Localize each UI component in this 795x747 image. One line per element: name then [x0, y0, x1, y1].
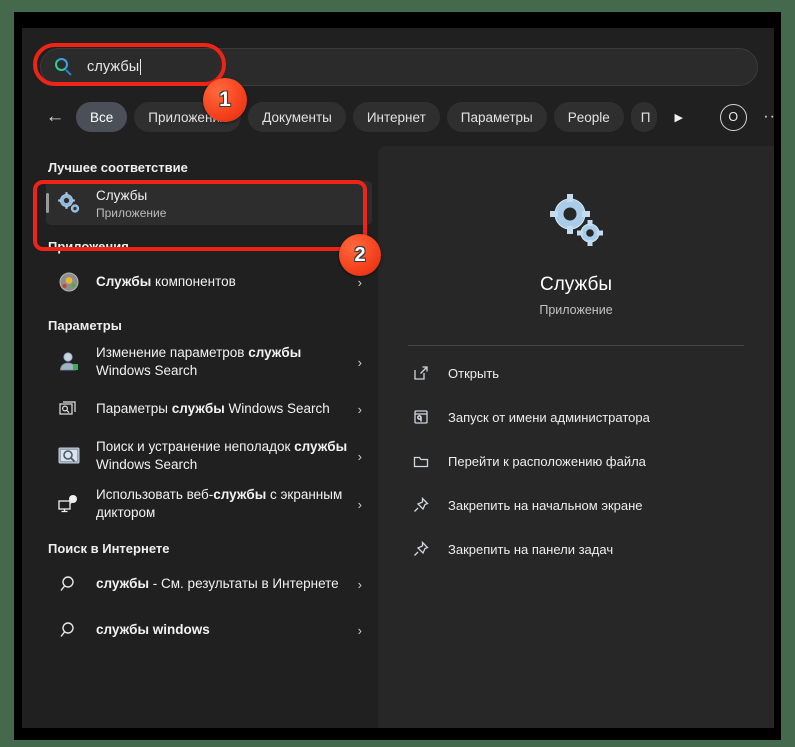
result-text: Параметры службы Windows Search — [96, 400, 350, 418]
result-subtitle: Приложение — [96, 205, 167, 220]
result-text: службы - См. результаты в Интернете — [96, 575, 350, 593]
action-label: Закрепить на панели задач — [448, 541, 614, 557]
result-web-search-1[interactable]: службы - См. результаты в Интернете › — [46, 562, 372, 606]
result-best-match-services[interactable]: Службы Приложение — [46, 181, 372, 225]
pin-icon — [412, 540, 430, 558]
annotation-badge-1: 1 — [203, 78, 247, 122]
pin-icon — [412, 496, 430, 514]
text-caret — [140, 59, 142, 75]
gears-icon-large — [545, 190, 607, 252]
user-account-icon — [56, 349, 82, 375]
component-services-icon — [56, 269, 82, 295]
search-input[interactable]: службы — [40, 48, 758, 86]
tab-documents[interactable]: Документы — [248, 102, 346, 132]
section-apps: Приложения — [48, 239, 129, 254]
gears-icon — [56, 190, 82, 216]
annotation-badge-2: 2 — [339, 234, 381, 276]
tab-settings[interactable]: Параметры — [446, 102, 547, 132]
action-label: Запуск от имени администратора — [448, 409, 650, 425]
result-text: службы windows — [96, 621, 350, 639]
section-best-match: Лучшее соответствие — [48, 160, 188, 175]
avatar[interactable]: О — [719, 103, 747, 131]
search-icon — [56, 571, 82, 597]
section-settings: Параметры — [48, 318, 122, 333]
action-pin-to-start[interactable]: Закрепить на начальном экране — [404, 488, 748, 522]
more-options-icon[interactable]: ··· — [759, 103, 774, 131]
result-title: Использовать веб-службы с экранным дикто… — [96, 487, 343, 520]
result-title: Службы — [96, 187, 148, 203]
tab-internet[interactable]: Интернет — [352, 102, 440, 132]
open-external-icon — [412, 364, 430, 382]
result-setting-troubleshoot-search[interactable]: Поиск и устранение неполадок службы Wind… — [46, 433, 372, 479]
start-search-panel: службы ← Все Приложения Документы Интерн… — [22, 28, 774, 728]
divider — [408, 345, 744, 346]
tab-people[interactable]: People — [553, 102, 624, 132]
result-text: Использовать веб-службы с экранным дикто… — [96, 486, 350, 522]
result-text: Изменение параметров службы Windows Sear… — [96, 344, 350, 380]
chevron-right-icon[interactable]: › — [358, 402, 362, 417]
preview-subtitle: Приложение — [539, 303, 613, 317]
section-web-search: Поиск в Интернете — [48, 541, 170, 556]
result-title: Поиск и устранение неполадок службы Wind… — [96, 439, 348, 472]
action-run-as-administrator[interactable]: Запуск от имени администратора — [404, 400, 748, 434]
filter-tab-strip: ← Все Приложения Документы Интернет Пара… — [40, 96, 774, 138]
chevron-right-icon[interactable]: › — [358, 577, 362, 592]
screenshot-root: службы ← Все Приложения Документы Интерн… — [0, 0, 795, 747]
results-list: Лучшее соответствие Службы Приложение Пр… — [22, 146, 378, 728]
chevron-right-icon[interactable]: › — [358, 355, 362, 370]
monitor-speech-icon — [56, 491, 82, 517]
result-title: службы windows — [96, 622, 210, 637]
chevron-right-icon[interactable]: › — [358, 275, 362, 290]
result-title: Службы компонентов — [96, 274, 236, 289]
action-open[interactable]: Открыть — [404, 356, 748, 390]
shield-admin-icon — [412, 408, 430, 426]
tab-all[interactable]: Все — [76, 102, 128, 132]
chevron-right-icon[interactable]: › — [358, 623, 362, 638]
result-setting-search-service-params[interactable]: Параметры службы Windows Search › — [46, 387, 372, 431]
result-text: Службы компонентов — [96, 273, 350, 291]
result-text: Поиск и устранение неполадок службы Wind… — [96, 438, 350, 474]
result-title: Изменение параметров службы Windows Sear… — [96, 345, 302, 378]
action-label: Закрепить на начальном экране — [448, 497, 643, 513]
chevron-right-icon[interactable]: › — [358, 449, 362, 464]
back-button[interactable]: ← — [40, 102, 70, 132]
result-setting-web-services-narrator[interactable]: Использовать веб-службы с экранным дикто… — [46, 481, 372, 527]
tab-partial[interactable]: П — [630, 102, 657, 132]
result-setting-change-search-service[interactable]: Изменение параметров службы Windows Sear… — [46, 339, 372, 385]
search-input-value: службы — [87, 59, 140, 75]
troubleshoot-icon — [56, 443, 82, 469]
folder-icon — [412, 452, 430, 470]
result-title: службы - См. результаты в Интернете — [96, 576, 339, 591]
preview-pane: Службы Приложение Открыть Запуск от имен… — [378, 146, 774, 728]
result-web-search-2[interactable]: службы windows › — [46, 608, 372, 652]
search-icon — [56, 617, 82, 643]
action-label: Перейти к расположению файла — [448, 453, 646, 469]
tabs-scroll-right-icon[interactable]: ▶ — [666, 102, 692, 132]
result-component-services[interactable]: Службы компонентов › — [46, 260, 372, 304]
search-icon — [55, 58, 73, 76]
action-pin-to-taskbar[interactable]: Закрепить на панели задач — [404, 532, 748, 566]
action-label: Открыть — [448, 365, 500, 381]
chevron-right-icon[interactable]: › — [358, 497, 362, 512]
search-settings-icon — [56, 396, 82, 422]
preview-title: Службы — [540, 274, 612, 295]
result-text: Службы Приложение — [96, 187, 368, 220]
action-open-file-location[interactable]: Перейти к расположению файла — [404, 444, 748, 478]
result-title: Параметры службы Windows Search — [96, 401, 330, 416]
